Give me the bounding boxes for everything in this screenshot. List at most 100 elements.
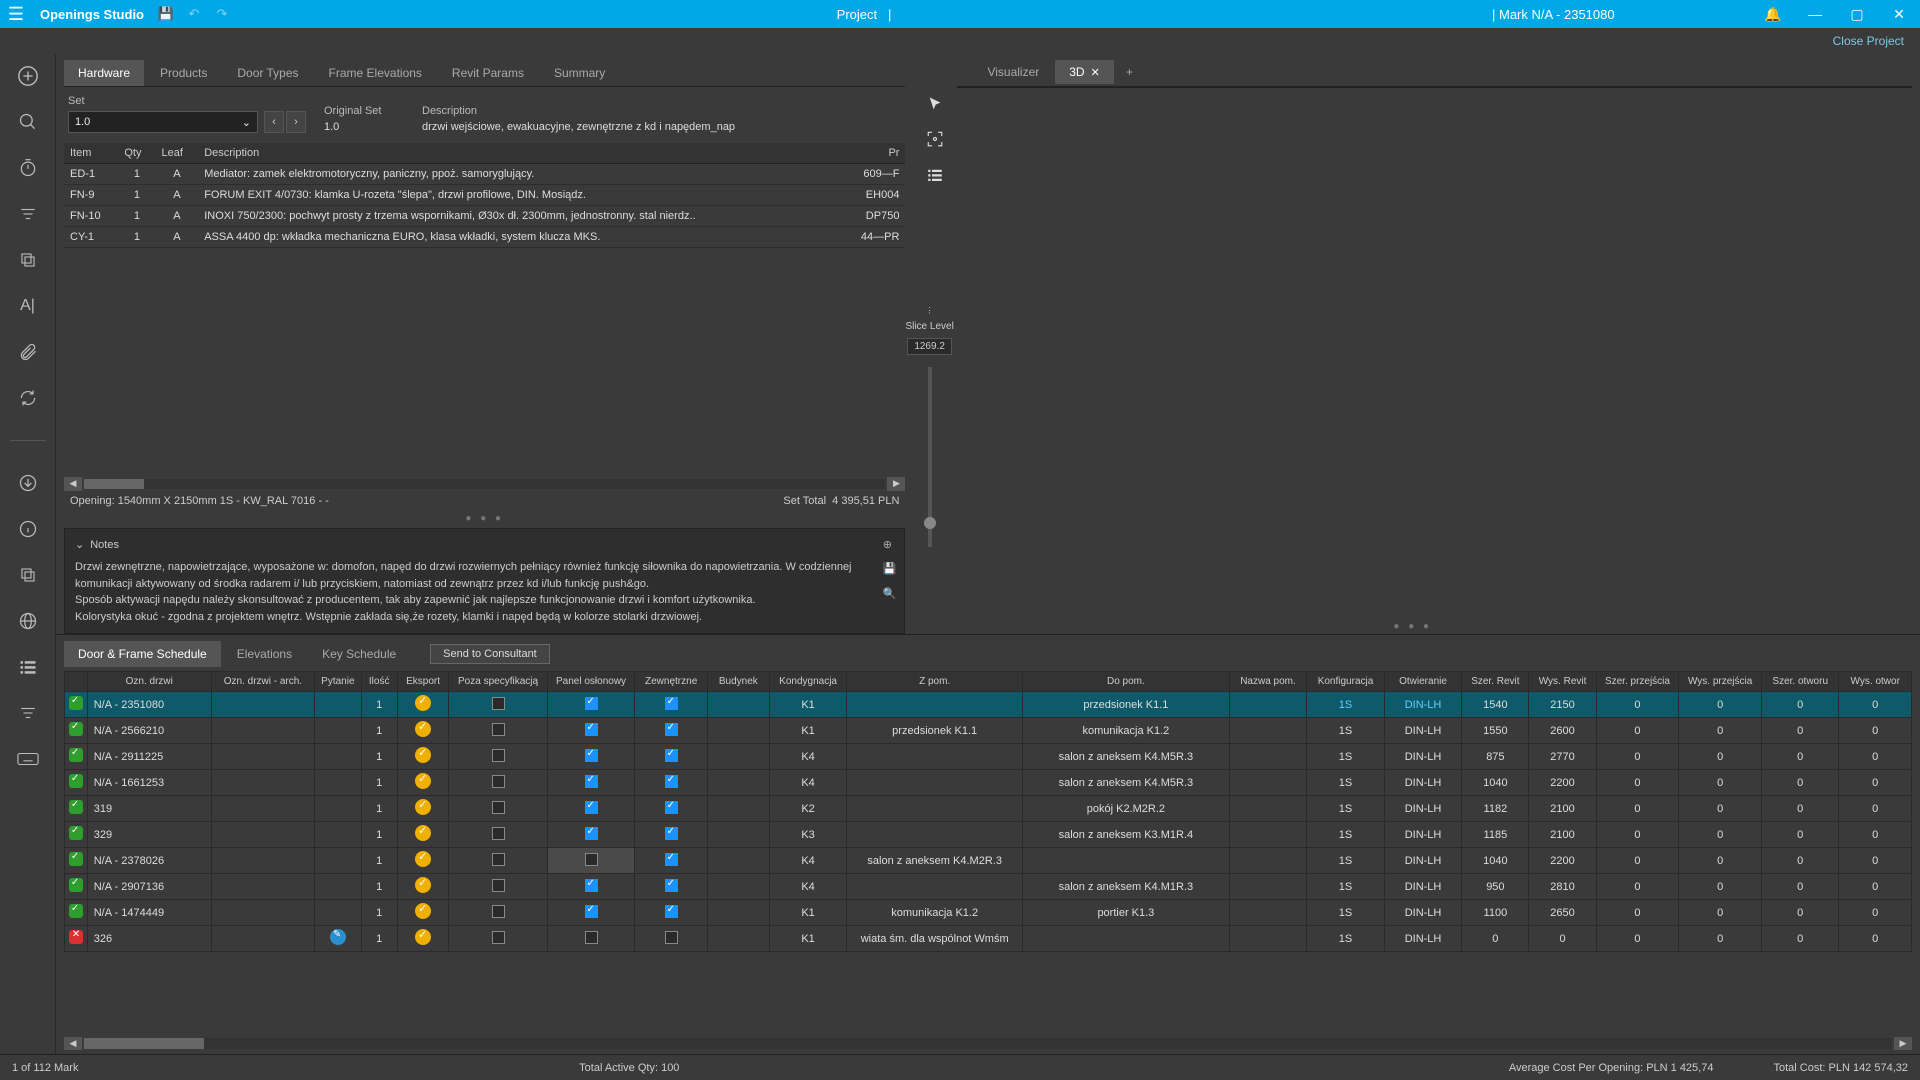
checkbox[interactable] (585, 801, 598, 814)
attach-icon[interactable] (16, 340, 40, 364)
checkbox[interactable] (665, 801, 678, 814)
text-icon[interactable]: A| (16, 294, 40, 318)
checkbox[interactable] (492, 723, 505, 736)
scroll-left-icon[interactable]: ◀ (64, 477, 82, 491)
checkbox[interactable] (665, 697, 678, 710)
schedule-row[interactable]: 3191K2pokój K2.M2R.21SDIN-LH118221000000 (65, 796, 1912, 822)
tab-summary[interactable]: Summary (540, 60, 619, 86)
schedule-row[interactable]: N/A - 23780261K4salon z aneksem K4.M2R.3… (65, 848, 1912, 874)
zoom-in-icon[interactable]: ⊕ (883, 537, 897, 554)
hw-row[interactable]: ED-11AMediator: zamek elektromotoryczny,… (64, 164, 905, 185)
save-icon[interactable]: 💾 (152, 6, 180, 22)
schedule-row[interactable]: 3291K3salon z aneksem K3.M1R.41SDIN-LH11… (65, 822, 1912, 848)
tab-elevations[interactable]: Elevations (223, 641, 306, 667)
sched-col-header[interactable] (65, 672, 88, 692)
schedule-row[interactable]: N/A - 29071361K4salon z aneksem K4.M1R.3… (65, 874, 1912, 900)
checkbox[interactable] (492, 749, 505, 762)
close-button[interactable]: ✕ (1878, 6, 1920, 23)
set-next[interactable]: › (286, 111, 306, 133)
checkbox[interactable] (492, 931, 505, 944)
checkbox[interactable] (585, 749, 598, 762)
checkbox[interactable] (665, 749, 678, 762)
hw-row[interactable]: CY-11AASSA 4400 dp: wkładka mechaniczna … (64, 227, 905, 248)
schedule-row[interactable]: N/A - 29112251K4salon z aneksem K4.M5R.3… (65, 744, 1912, 770)
grip-icon[interactable]: ● ● ● (913, 619, 1912, 634)
globe-icon[interactable] (16, 609, 40, 633)
checkbox[interactable] (585, 775, 598, 788)
tab-hardware[interactable]: Hardware (64, 60, 144, 86)
sched-col-header[interactable]: Szer. otworu (1761, 672, 1839, 692)
sched-col-header[interactable]: Do pom. (1023, 672, 1230, 692)
close-tab-icon[interactable]: ✕ (1091, 66, 1100, 79)
bell-icon[interactable]: 🔔 (1752, 6, 1794, 23)
checkbox[interactable] (665, 931, 678, 944)
schedule-row[interactable]: N/A - 23510801K1przedsionek K1.11SDIN-LH… (65, 692, 1912, 718)
sched-col-header[interactable]: Poza specyfikacją (449, 672, 547, 692)
tab-visualizer[interactable]: Visualizer (973, 60, 1053, 84)
hw-col-header[interactable]: Item (64, 143, 118, 164)
sched-col-header[interactable]: Ilość (361, 672, 397, 692)
set-select[interactable]: 1.0⌄ (68, 111, 258, 133)
set-prev[interactable]: ‹ (264, 111, 284, 133)
checkbox[interactable] (492, 697, 505, 710)
checkbox[interactable] (585, 853, 598, 866)
download-icon[interactable] (16, 471, 40, 495)
scroll-left-icon[interactable]: ◀ (64, 1037, 82, 1050)
add-tab[interactable]: + (1116, 60, 1143, 84)
sched-col-header[interactable]: Konfiguracja (1307, 672, 1385, 692)
copy2-icon[interactable] (16, 563, 40, 587)
sched-col-header[interactable]: Budynek (707, 672, 769, 692)
add-icon[interactable] (16, 64, 40, 88)
hw-row[interactable]: FN-91AFORUM EXIT 4/0730: klamka U-rozeta… (64, 185, 905, 206)
undo-icon[interactable]: ↶ (180, 6, 208, 22)
checkbox[interactable] (585, 697, 598, 710)
send-to-consultant-button[interactable]: Send to Consultant (430, 644, 550, 664)
schedule-row[interactable]: N/A - 14744491K1komunikacja K1.2portier … (65, 900, 1912, 926)
sched-col-header[interactable]: Zewnętrzne (635, 672, 707, 692)
sched-col-header[interactable]: Ozn. drzwi - arch. (211, 672, 314, 692)
tab-3d[interactable]: 3D✕ (1055, 60, 1114, 84)
schedule-row[interactable]: 3261K1wiata śm. dla wspólnot Wmśm1SDIN-L… (65, 926, 1912, 952)
hw-col-header[interactable]: Qty (118, 143, 155, 164)
pointer-icon[interactable] (927, 96, 943, 112)
minimize-button[interactable]: — (1794, 6, 1836, 22)
tab-frame-elevations[interactable]: Frame Elevations (315, 60, 436, 86)
3d-canvas[interactable]: N/A - 2351080 LOKAL USŁUGOWY K1.US1 pom.… (957, 86, 1912, 88)
search-icon[interactable] (16, 110, 40, 134)
tab-products[interactable]: Products (146, 60, 221, 86)
schedule-table[interactable]: Ozn. drzwiOzn. drzwi - arch.PytanieIlość… (64, 671, 1912, 952)
sync-icon[interactable] (16, 386, 40, 410)
checkbox[interactable] (665, 723, 678, 736)
checkbox[interactable] (585, 723, 598, 736)
save-notes-icon[interactable]: 💾 (883, 561, 897, 578)
checkbox[interactable] (585, 931, 598, 944)
filter-icon[interactable] (16, 202, 40, 226)
sched-col-header[interactable]: Panel osłonowy (547, 672, 635, 692)
grip-icon[interactable]: ● ● ● (64, 511, 905, 526)
checkbox[interactable] (492, 801, 505, 814)
checkbox[interactable] (665, 905, 678, 918)
checkbox[interactable] (492, 853, 505, 866)
sched-col-header[interactable]: Wys. otwor (1839, 672, 1912, 692)
checkbox[interactable] (492, 827, 505, 840)
schedule-row[interactable]: N/A - 25662101K1przedsionek K1.1komunika… (65, 718, 1912, 744)
filter2-icon[interactable] (16, 701, 40, 725)
schedule-scrollbar[interactable]: ◀ ▶ (64, 1037, 1912, 1050)
checkbox[interactable] (585, 827, 598, 840)
tab-door-types[interactable]: Door Types (223, 60, 312, 86)
sched-col-header[interactable]: Wys. przejścia (1679, 672, 1762, 692)
checkbox[interactable] (665, 775, 678, 788)
close-project-link[interactable]: Close Project (1833, 34, 1904, 48)
tab-door-frame-schedule[interactable]: Door & Frame Schedule (64, 641, 221, 667)
sched-col-header[interactable]: Ozn. drzwi (87, 672, 211, 692)
redo-icon[interactable]: ↷ (208, 6, 236, 22)
fit-icon[interactable] (926, 130, 944, 148)
sched-col-header[interactable]: Otwieranie (1384, 672, 1462, 692)
checkbox[interactable] (492, 879, 505, 892)
checkbox[interactable] (492, 905, 505, 918)
sched-col-header[interactable]: Szer. Revit (1462, 672, 1529, 692)
slice-track[interactable] (928, 367, 932, 547)
menu-icon[interactable]: ☰ (0, 4, 32, 25)
sched-col-header[interactable]: Wys. Revit (1529, 672, 1596, 692)
slice-knob[interactable] (924, 517, 936, 529)
